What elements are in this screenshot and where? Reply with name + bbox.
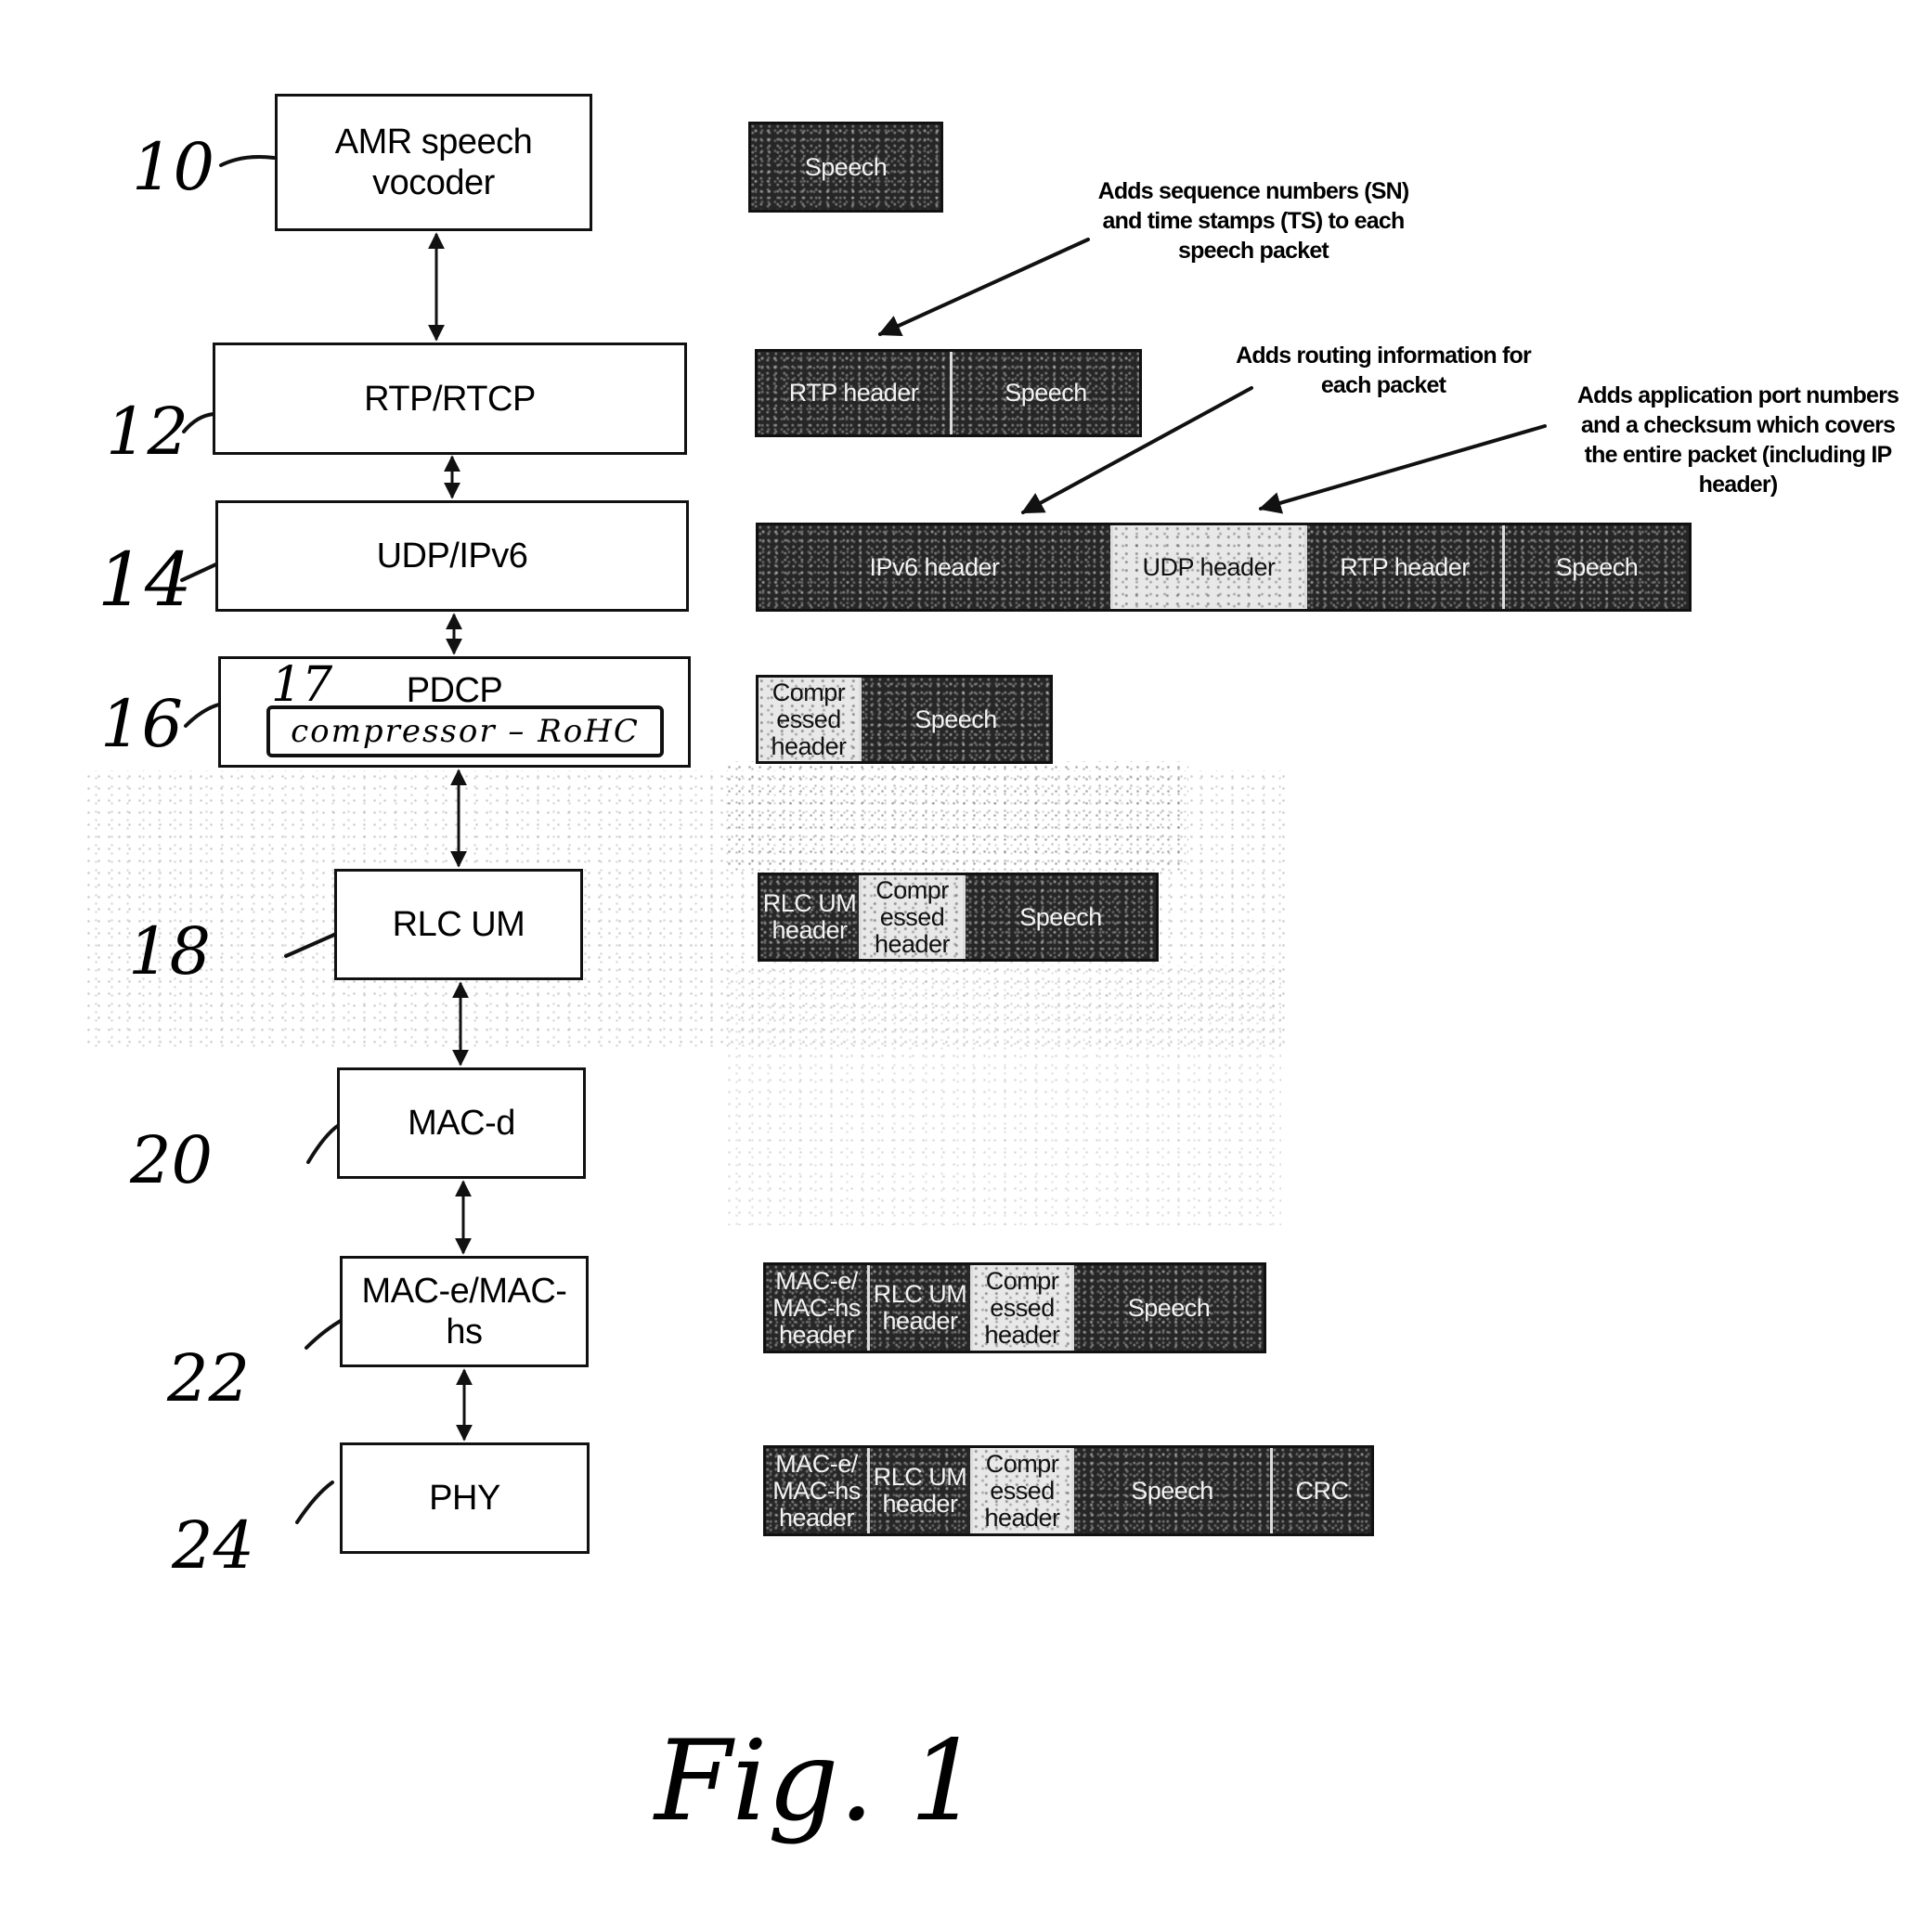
segment-label: Compr essed header: [984, 1449, 1060, 1532]
packet-segment-speech: Speech: [953, 352, 1139, 434]
ref-numeral-18: 18: [128, 913, 212, 989]
segment-label: RLC UM header: [762, 889, 857, 944]
packet-segment-udp-header: UDP header: [1113, 525, 1307, 609]
segment-label: Speech: [1131, 1476, 1213, 1505]
layer-box-mac-e-mac-hs: MAC-e/MAC-hs: [340, 1256, 589, 1367]
annotation-line: Adds application port numbers: [1576, 382, 1900, 408]
packet-bar-amr: Speech: [748, 122, 943, 213]
packet-segment-compressed-header: Compr essed header: [759, 678, 862, 761]
ref-numeral-16: 16: [100, 686, 184, 762]
layer-label: RTP/RTCP: [364, 379, 536, 419]
annotation-line: header): [1698, 472, 1779, 498]
packet-segment-speech: Speech: [966, 875, 1156, 959]
packet-segment-rlc-um-header: RLC UM header: [760, 875, 862, 959]
segment-label: Speech: [804, 152, 888, 181]
packet-segment-speech: Speech: [1505, 525, 1689, 609]
segment-label: Compr essed header: [984, 1266, 1060, 1349]
segment-label: MAC-e/ MAC-hs header: [772, 1266, 861, 1349]
annotation-line: Adds sequence numbers (SN): [1097, 178, 1410, 204]
segment-label: Compr essed header: [771, 678, 847, 760]
segment-label: RLC UM header: [873, 1463, 967, 1518]
layer-label: UDP/IPv6: [376, 537, 528, 575]
layer-box-udp-ipv6: UDP/IPv6: [215, 500, 689, 612]
packet-segment-speech: Speech: [1074, 1448, 1273, 1533]
layer-label: vocoder: [372, 163, 495, 202]
annotation-line: the entire packet (including IP: [1584, 442, 1893, 468]
ref-numeral-10: 10: [132, 129, 215, 205]
layer-label: RLC UM: [392, 905, 525, 944]
annotation-line: and time stamps (TS) to each: [1102, 208, 1406, 234]
packet-segment-speech: Speech: [751, 124, 940, 210]
segment-label: MAC-e/ MAC-hs header: [772, 1449, 861, 1532]
leader-24: [295, 1481, 334, 1524]
packet-bar-rlc: RLC UM header Compr essed header Speech: [758, 873, 1159, 962]
layer-box-rtp-rtcp: RTP/RTCP: [213, 343, 687, 455]
layer-label: PHY: [429, 1479, 500, 1518]
ref-numeral-12: 12: [106, 394, 189, 470]
packet-segment-rlc-um-header: RLC UM header: [870, 1448, 973, 1533]
segment-label: Speech: [1127, 1293, 1211, 1322]
ref-numeral-14: 14: [97, 537, 192, 623]
segment-label: RTP header: [1340, 552, 1470, 581]
annotation-arrow-port-checksum: [1258, 424, 1547, 514]
ref-numeral-24: 24: [172, 1507, 255, 1584]
annotation-sn-ts: Adds sequence numbers (SN) and time stam…: [1058, 176, 1448, 265]
compressor-label: compressor – RoHC: [291, 713, 640, 750]
compressor-rohc-box: compressor – RoHC: [266, 705, 664, 757]
ref-numeral-20: 20: [130, 1122, 214, 1198]
patent-figure-page: AMR speech vocoder RTP/RTCP UDP/IPv6 PDCP…: [0, 0, 1932, 1914]
layer-label: AMR speech: [334, 123, 533, 162]
segment-label: Compr essed header: [874, 875, 951, 958]
packet-bar-pdcp: Compr essed header Speech: [756, 675, 1053, 764]
figure-caption: Fig. 1: [655, 1717, 981, 1846]
segment-label: CRC: [1295, 1476, 1350, 1505]
leader-10: [219, 155, 276, 167]
segment-label: IPv6 header: [869, 552, 1000, 581]
packet-segment-speech: Speech: [1074, 1265, 1264, 1351]
packet-bar-rtp: RTP header Speech: [755, 349, 1142, 437]
packet-segment-ipv6-header: IPv6 header: [759, 525, 1113, 609]
packet-bar-mac-e-hs: MAC-e/ MAC-hs header RLC UM header Compr…: [763, 1262, 1266, 1353]
layer-label: MAC-e/MAC-: [361, 1272, 567, 1311]
annotation-line: and a checksum which covers: [1580, 412, 1896, 438]
packet-segment-compressed-header: Compr essed header: [973, 1265, 1074, 1351]
segment-label: Speech: [1005, 379, 1087, 407]
layer-box-amr-speech-vocoder: AMR speech vocoder: [275, 94, 592, 231]
annotation-line: Adds routing information for: [1236, 343, 1532, 369]
annotation-routing: Adds routing information for each packet: [1207, 341, 1560, 400]
ref-numeral-22: 22: [167, 1340, 251, 1416]
segment-label: UDP header: [1142, 552, 1276, 581]
layer-box-rlc-um: RLC UM: [334, 869, 583, 980]
packet-segment-compressed-header: Compr essed header: [862, 875, 966, 959]
packet-segment-rtp-header: RTP header: [1307, 525, 1505, 609]
segment-label: Speech: [1019, 902, 1102, 931]
packet-segment-mac-header: MAC-e/ MAC-hs header: [766, 1448, 870, 1533]
packet-segment-compressed-header: Compr essed header: [973, 1448, 1074, 1533]
layer-label: hs: [446, 1313, 483, 1351]
leader-18: [284, 933, 336, 958]
packet-segment-rlc-um-header: RLC UM header: [870, 1265, 973, 1351]
packet-segment-speech: Speech: [862, 678, 1050, 761]
packet-segment-rtp-header: RTP header: [758, 352, 953, 434]
ref-numeral-17: 17: [271, 657, 333, 713]
layer-box-mac-d: MAC-d: [337, 1067, 586, 1179]
leader-16: [184, 702, 225, 728]
annotation-port-checksum: Adds application port numbers and a chec…: [1552, 381, 1924, 499]
leader-20: [306, 1123, 341, 1164]
layer-box-phy: PHY: [340, 1442, 590, 1554]
segment-label: RLC UM header: [873, 1280, 967, 1335]
packet-segment-crc: CRC: [1273, 1448, 1371, 1533]
annotation-arrow-sn-ts: [877, 238, 1090, 336]
packet-bar-udp-ipv6: IPv6 header UDP header RTP header Speech: [756, 523, 1692, 612]
annotation-line: speech packet: [1178, 238, 1329, 264]
segment-label: Speech: [1555, 552, 1639, 581]
packet-segment-mac-header: MAC-e/ MAC-hs header: [766, 1265, 870, 1351]
segment-label: Speech: [914, 705, 997, 733]
segment-label: RTP header: [788, 379, 919, 407]
annotation-line: each packet: [1320, 372, 1446, 398]
layer-label: MAC-d: [408, 1104, 515, 1143]
packet-bar-phy: MAC-e/ MAC-hs header RLC UM header Compr…: [763, 1445, 1374, 1536]
